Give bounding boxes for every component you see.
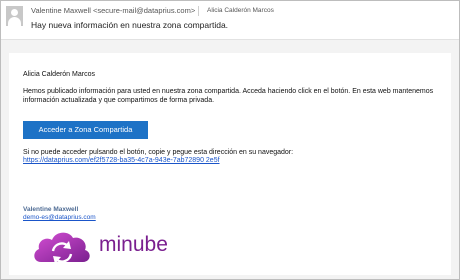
cloud-sync-icon xyxy=(34,232,90,264)
email-header: Valentine Maxwell <secure-mail@dataprius… xyxy=(1,1,459,40)
access-shared-zone-button[interactable]: Acceder a Zona Compartida xyxy=(23,121,148,139)
email-body: Alicia Calderón Marcos Hemos publicado i… xyxy=(9,53,451,275)
greeting: Alicia Calderón Marcos xyxy=(23,71,95,78)
message-paragraph: Hemos publicado información para usted e… xyxy=(23,87,448,105)
company-logo-text: minube xyxy=(99,233,168,256)
sender-address: Valentine Maxwell <secure-mail@dataprius… xyxy=(31,6,196,15)
paragraph-line-2: información actualizada y que compartimo… xyxy=(23,97,215,104)
recipient-name: Alicia Calderón Marcos xyxy=(207,7,274,14)
sender-avatar xyxy=(6,6,23,26)
shared-zone-link[interactable]: https://dataprius.com/ef2f5728-ba35-4c7a… xyxy=(23,157,220,164)
avatar-body-shape xyxy=(8,17,21,26)
email-window: Valentine Maxwell <secure-mail@dataprius… xyxy=(0,0,460,280)
fallback-instructions: Si no puede acceder pulsando el botón, c… xyxy=(23,149,294,156)
paragraph-line-1: Hemos publicado información para usted e… xyxy=(23,88,434,95)
signature-email-link[interactable]: demo-es@dataprius.com xyxy=(23,214,96,221)
header-divider xyxy=(198,6,199,16)
email-subject: Hay nueva información en nuestra zona co… xyxy=(31,20,229,30)
signature-name: Valentine Maxwell xyxy=(23,206,79,213)
avatar-head-shape xyxy=(11,9,18,16)
